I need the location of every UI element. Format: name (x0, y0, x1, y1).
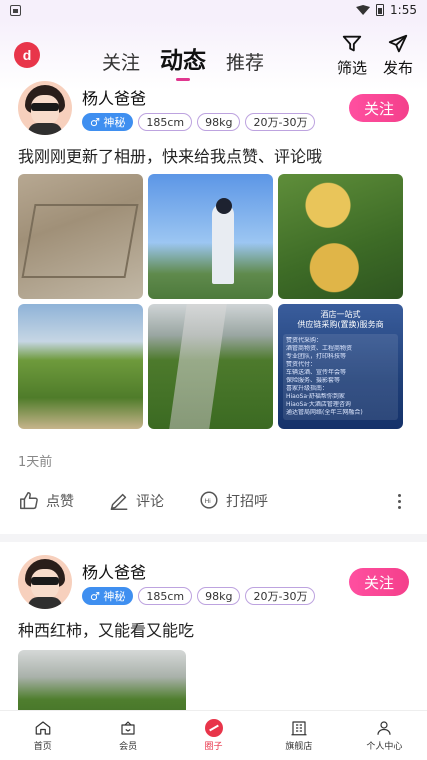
app-notification-icon (10, 4, 21, 16)
tab-circle[interactable]: 圈子 (171, 711, 256, 760)
tab-moments[interactable]: 动态 (160, 41, 206, 75)
user-tags: ♂ 神秘 185cm 98kg 20万-30万 (82, 113, 316, 131)
comment-label: 评论 (136, 494, 164, 510)
poster-line: HiaoSa·舒福帮你到家 (286, 393, 345, 400)
height-tag: 185cm (138, 113, 193, 131)
poster-title: 酒店一站式 (320, 310, 361, 319)
weight-tag: 98kg (197, 587, 241, 605)
income-tag: 20万-30万 (245, 113, 316, 131)
tab-circle-label: 圈子 (204, 742, 223, 752)
tab-home[interactable]: 首页 (0, 711, 85, 760)
poster-line: 通达管局网络(全年三网融合) (286, 409, 363, 416)
tab-member-label: 会员 (119, 742, 138, 752)
more-options-button[interactable] (389, 493, 409, 509)
user-name[interactable]: 杨人爸爸 (82, 85, 315, 109)
svg-text:Hi: Hi (205, 498, 211, 505)
height-tag: 185cm (138, 587, 193, 605)
status-time: 1:55 (390, 3, 417, 17)
tab-profile[interactable]: 个人中心 (342, 711, 427, 760)
photo-crop-rows[interactable] (18, 304, 143, 429)
poster-subtitle: 供应链采购(置换)服务商 (297, 320, 384, 329)
poster-box: 赞资代采购： 酒管商物资、工程商物资 专业团队，打印科技等 赞资代付： 车辆送酒… (283, 334, 398, 420)
post-time: 1天前 (18, 455, 53, 470)
like-label: 点赞 (46, 494, 74, 510)
user-name[interactable]: 杨人爸爸 (82, 559, 315, 583)
tab-profile-label: 个人中心 (366, 742, 403, 752)
post-text: 种西红柿，又能看又能吃 (18, 621, 195, 640)
tab-following[interactable]: 关注 (102, 48, 140, 75)
bottom-tab-bar: 首页 会员 圈子 旗舰店 个人中心 (0, 710, 427, 760)
member-icon (121, 721, 135, 735)
feed-tabs: 关注 动态 推荐 (102, 35, 264, 75)
tab-recommended[interactable]: 推荐 (226, 48, 264, 75)
wifi-icon (356, 5, 371, 15)
filter-button[interactable]: 筛选 (337, 33, 367, 78)
poster-line: 车辆送酒、宣传年会等 (286, 369, 347, 376)
circle-icon (204, 719, 223, 737)
post-actions: 点赞 评论 Hi 打招呼 (18, 476, 409, 526)
post-divider (0, 534, 427, 542)
income-tag: 20万-30万 (245, 587, 316, 605)
tab-store[interactable]: 旗舰店 (256, 711, 341, 760)
photo-farmland[interactable] (18, 174, 143, 299)
tab-store-label: 旗舰店 (285, 742, 313, 752)
hi-bubble-icon: Hi (200, 491, 218, 509)
more-dot-icon (397, 499, 401, 503)
comment-button[interactable]: 评论 (108, 490, 164, 512)
app-logo: d (14, 42, 40, 68)
greet-label: 打招呼 (226, 494, 268, 510)
poster-line: 专业团队，打印科技等 (286, 353, 347, 360)
like-button[interactable]: 点赞 (18, 490, 74, 512)
more-dot-icon (397, 493, 401, 497)
poster-line: 赞资代付： (286, 361, 317, 368)
poster-line: 酒管商物资、工程商物资 (286, 345, 353, 352)
tab-home-label: 首页 (33, 742, 52, 752)
pen-icon (110, 493, 128, 510)
poster-line: 喜家升级指南： (286, 385, 329, 392)
follow-button[interactable]: 关注 (349, 568, 409, 596)
send-icon (388, 34, 408, 52)
filter-icon (342, 35, 362, 51)
user-tags: ♂ 神秘 185cm 98kg 20万-30万 (82, 587, 316, 605)
poster-line: 赞资代采购： (286, 337, 323, 344)
poster-line: 保险服务、摄影套等 (286, 377, 341, 384)
post-header: 杨人爸爸 ♂ 神秘 185cm 98kg 20万-30万 关注 (18, 554, 409, 610)
photo-child-sky[interactable] (148, 174, 273, 299)
store-icon (291, 721, 307, 736)
poster-line: HiaoSa·大酒店管理咨询 (286, 401, 351, 408)
avatar[interactable] (18, 81, 72, 135)
feed-post: 杨人爸爸 ♂ 神秘 185cm 98kg 20万-30万 关注 我刚刚更新了相册… (0, 80, 427, 526)
publish-label: 发布 (382, 58, 413, 77)
filter-label: 筛选 (336, 58, 367, 77)
thumbs-up-icon (20, 492, 38, 510)
weight-tag: 98kg (197, 113, 241, 131)
gender-tag: ♂ 神秘 (82, 113, 134, 131)
gender-tag: ♂ 神秘 (82, 587, 134, 605)
photo-poster[interactable]: 酒店一站式 供应链采购(置换)服务商 赞资代采购： 酒管商物资、工程商物资 专业… (278, 304, 403, 429)
publish-button[interactable]: 发布 (383, 33, 413, 78)
photo-greenhouse[interactable] (148, 304, 273, 429)
avatar[interactable] (18, 555, 72, 609)
greet-button[interactable]: Hi 打招呼 (198, 490, 268, 512)
more-dot-icon (397, 505, 401, 509)
post-text: 我刚刚更新了相册，快来给我点赞、评论哦 (18, 147, 323, 166)
battery-icon (376, 4, 385, 16)
home-icon (35, 721, 51, 735)
follow-button[interactable]: 关注 (349, 94, 409, 122)
profile-icon (377, 721, 391, 735)
post-header: 杨人爸爸 ♂ 神秘 185cm 98kg 20万-30万 关注 (18, 80, 409, 136)
photo-fruit[interactable] (278, 174, 403, 299)
tab-member[interactable]: 会员 (85, 711, 170, 760)
photo-grid: 酒店一站式 供应链采购(置换)服务商 赞资代采购： 酒管商物资、工程商物资 专业… (18, 174, 409, 429)
status-bar: 1:55 (0, 0, 427, 20)
